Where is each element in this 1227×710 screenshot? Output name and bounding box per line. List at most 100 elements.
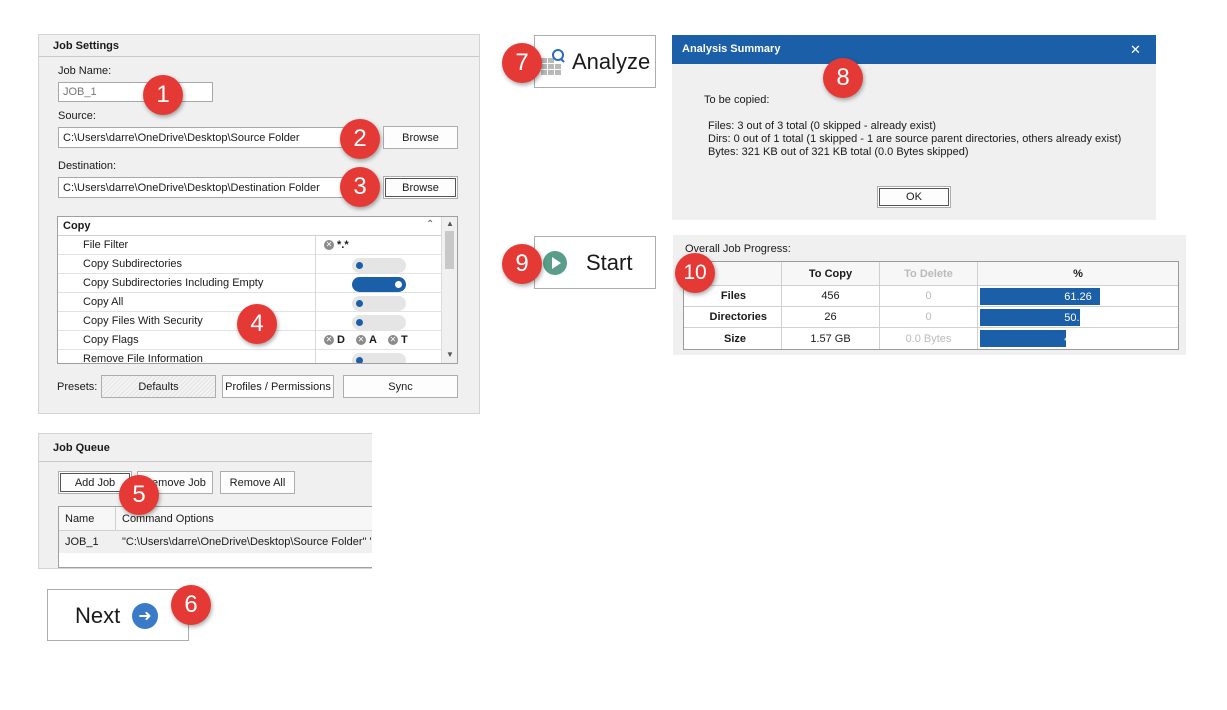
close-icon[interactable]: ✕ [1130,42,1141,58]
files-percent-text: 61.26 [1064,290,1092,303]
analysis-summary-dialog: Analysis Summary ✕ To be copied: Files: … [672,35,1156,220]
next-button[interactable]: Next ➜ [47,589,189,641]
files-to-delete: 0 [880,286,978,307]
collapse-chevron-icon[interactable]: ⌃ [426,219,434,230]
scroll-thumb[interactable] [445,231,454,269]
size-to-copy: 1.57 GB [782,328,880,349]
next-button-label: Next [75,603,121,628]
badge-3: 3 [340,167,380,207]
badge-2: 2 [340,119,380,159]
source-label: Source: [58,110,96,122]
dirs-to-delete: 0 [880,307,978,328]
option-name: Remove File Information [83,353,203,364]
row-label-size: Size [684,328,782,349]
option-value-cell [315,255,442,274]
copy-flags-value[interactable]: ✕ D ✕ A ✕ T [324,334,416,346]
dialog-titlebar: Analysis Summary ✕ [672,35,1156,64]
option-name: Copy Subdirectories Including Empty [83,277,264,289]
copy-files-security-toggle[interactable] [352,315,406,330]
badge-5: 5 [119,475,159,515]
destination-label: Destination: [58,160,117,172]
row-label-directories: Directories [684,307,782,328]
progress-header-to-copy: To Copy [782,262,880,286]
queue-header-command[interactable]: Command Options [116,507,372,531]
scroll-down-icon[interactable]: ▼ [446,350,454,359]
job-queue-title: Job Queue [39,434,372,462]
copy-all-toggle[interactable] [352,296,406,311]
clear-filter-icon[interactable]: ✕ [324,240,334,251]
option-name: Copy Subdirectories [83,258,183,270]
destination-input[interactable]: C:\Users\darre\OneDrive\Desktop\Destinat… [58,177,350,198]
copy-group-label: Copy [63,220,91,232]
presets-label: Presets: [57,381,98,393]
option-value-cell [315,312,442,331]
preset-sync-button[interactable]: Sync [343,375,458,398]
destination-browse-button[interactable]: Browse [383,176,458,199]
badge-4: 4 [237,304,277,344]
grid-scrollbar[interactable]: ▲ ▼ [441,217,457,363]
start-button[interactable]: Start [534,236,656,289]
table-row[interactable]: JOB_1 "C:\Users\darre\OneDrive\Desktop\S… [59,531,372,553]
size-to-delete: 0.0 Bytes [880,328,978,349]
flag-d: D [337,334,345,346]
source-browse-button[interactable]: Browse [383,126,458,149]
flag-a: A [369,334,377,346]
remove-all-button[interactable]: Remove All [220,471,295,494]
badge-1: 1 [143,75,183,115]
copy-subdirectories-empty-toggle[interactable] [352,277,406,292]
badge-9: 9 [502,244,542,284]
option-name: Copy All [83,296,124,308]
badge-6: 6 [171,585,211,625]
remove-flag-icon[interactable]: ✕ [324,335,334,346]
preset-profiles-button[interactable]: Profiles / Permissions [222,375,334,398]
analyze-grid-icon [541,48,565,76]
dialog-title: Analysis Summary [682,43,781,55]
file-filter-value[interactable]: ✕ *.* [324,239,349,251]
badge-8: 8 [823,58,863,98]
file-filter-text: *.* [337,239,349,251]
job-name-label: Job Name: [58,65,112,77]
option-name: File Filter [83,239,129,251]
option-value-cell [315,350,442,363]
remove-flag-icon[interactable]: ✕ [388,335,399,346]
summary-heading: To be copied: [704,94,770,106]
option-value-cell: ✕ *.* [315,236,442,255]
arrow-right-icon: ➜ [132,603,158,629]
scroll-up-icon[interactable]: ▲ [446,219,454,228]
option-row-file-filter[interactable]: File Filter ✕ *.* [58,236,442,255]
remove-file-info-toggle[interactable] [352,353,406,363]
option-value-cell [315,293,442,312]
analyze-button[interactable]: Analyze [534,35,656,88]
start-button-label: Start [586,250,633,275]
option-name: Copy Flags [83,334,139,346]
progress-header-to-delete: To Delete [880,262,978,286]
copy-group-header: Copy ⌃ [58,217,442,236]
queue-cell-command: "C:\Users\darre\OneDrive\Desktop\Source … [122,536,372,548]
badge-10: 10 [675,253,715,293]
copy-subdirectories-toggle[interactable] [352,258,406,273]
job-settings-title: Job Settings [39,35,479,57]
files-to-copy: 456 [782,286,880,307]
ok-button[interactable]: OK [877,186,951,208]
progress-table: To Copy To Delete % Files 456 0 Director… [683,261,1179,350]
job-queue-list[interactable]: Name Command Options JOB_1 "C:\Users\dar… [58,506,372,568]
option-value-cell [315,274,442,293]
option-row-copy-subdirectories-empty[interactable]: Copy Subdirectories Including Empty [58,274,442,293]
queue-cell-name: JOB_1 [65,536,99,548]
summary-bytes: Bytes: 321 KB out of 321 KB total (0.0 B… [708,146,969,158]
job-name-input[interactable]: JOB_1 [58,82,213,102]
play-icon [543,251,567,275]
source-input[interactable]: C:\Users\darre\OneDrive\Desktop\Source F… [58,127,350,148]
badge-7: 7 [502,43,542,83]
dirs-to-copy: 26 [782,307,880,328]
summary-dirs: Dirs: 0 out of 1 total (1 skipped - 1 ar… [708,133,1122,145]
preset-defaults-button[interactable]: Defaults [101,375,216,398]
flag-t: T [401,334,408,346]
size-percent-text: 43.77 [1064,332,1092,345]
option-row-remove-file-info[interactable]: Remove File Information [58,350,442,364]
option-name: Copy Files With Security [83,315,203,327]
dirs-percent-text: 50.94 [1064,311,1092,324]
remove-flag-icon[interactable]: ✕ [356,335,367,346]
queue-header-name[interactable]: Name [59,507,116,531]
option-row-copy-subdirectories[interactable]: Copy Subdirectories [58,255,442,274]
